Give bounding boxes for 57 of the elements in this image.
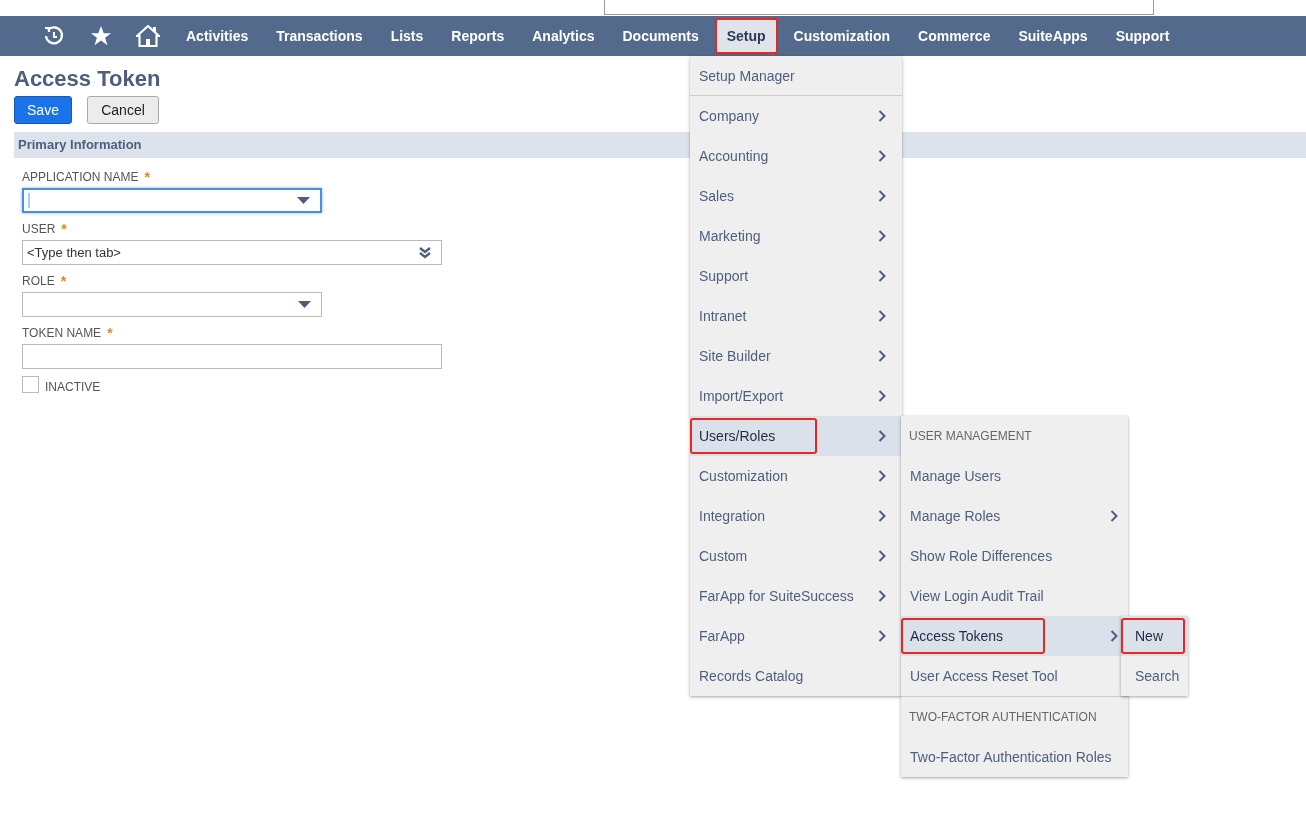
checkbox[interactable]	[22, 375, 39, 393]
double-chevron-icon[interactable]	[419, 246, 431, 259]
dropdown-icon[interactable]	[298, 301, 311, 308]
input-field[interactable]	[22, 292, 322, 317]
dropdown-icon[interactable]	[297, 197, 310, 204]
menu-item[interactable]: Sales	[690, 176, 902, 216]
input-field[interactable]	[22, 188, 322, 213]
cancel-button[interactable]: Cancel	[87, 96, 159, 124]
field-label: ROLE	[22, 274, 55, 288]
nav-tab[interactable]: Activities	[174, 18, 261, 54]
nav-tab[interactable]: Transactions	[264, 18, 375, 54]
field-label: TOKEN NAME	[22, 326, 102, 340]
menu-item[interactable]: Customization	[690, 456, 902, 496]
nav-tab[interactable]: Reports	[439, 18, 517, 54]
menu-item[interactable]: View Login Audit Trail	[901, 576, 1128, 616]
menu-item[interactable]: Show Role Differences	[901, 536, 1128, 576]
menu-item[interactable]: Import/Export	[690, 376, 902, 416]
menu-item[interactable]: Manage Roles	[901, 496, 1128, 536]
input-field[interactable]: <Type then tab>	[22, 240, 442, 265]
required-icon: *	[107, 326, 113, 340]
input-field[interactable]	[22, 344, 442, 369]
nav-tab[interactable]: Support	[1103, 18, 1182, 54]
required-icon: *	[61, 222, 67, 236]
page-title: Access Token	[14, 66, 161, 92]
nav-tab[interactable]: Setup	[714, 18, 778, 54]
menu-item[interactable]: Site Builder	[690, 336, 902, 376]
menu-item[interactable]: FarApp for SuiteSuccess	[690, 576, 902, 616]
menu-item[interactable]: Marketing	[690, 216, 902, 256]
field-label: APPLICATION NAME	[22, 170, 139, 184]
home-icon[interactable]	[136, 25, 160, 47]
menu-item[interactable]: Intranet	[690, 296, 902, 336]
menu-item[interactable]: Two-Factor Authentication Roles	[901, 737, 1128, 777]
nav-tab[interactable]: Customization	[781, 18, 903, 54]
menu-item[interactable]: Setup Manager	[690, 56, 902, 96]
input-field[interactable]	[604, 0, 1154, 15]
menu-item[interactable]: Integration	[690, 496, 902, 536]
field-label: USER	[22, 222, 56, 236]
checkbox-label: INACTIVE	[45, 380, 101, 394]
menu-item[interactable]: New	[1121, 616, 1188, 656]
menu-item[interactable]: FarApp	[690, 616, 902, 656]
nav-tab[interactable]: Commerce	[906, 18, 1003, 54]
menu-item[interactable]: Custom	[690, 536, 902, 576]
menu-item[interactable]: Users/Roles	[690, 416, 902, 456]
star-icon[interactable]	[90, 25, 112, 47]
menu-heading: USER MANAGEMENT	[908, 428, 1033, 445]
save-button[interactable]: Save	[14, 96, 72, 124]
nav-tab[interactable]: Analytics	[520, 18, 607, 54]
menu-item[interactable]: Support	[690, 256, 902, 296]
menu-heading: TWO-FACTOR AUTHENTICATION	[901, 696, 1128, 737]
required-icon: *	[144, 170, 150, 184]
menu-item[interactable]: Search	[1121, 656, 1188, 696]
menu-item[interactable]: Records Catalog	[690, 656, 902, 696]
nav-tab[interactable]: Documents	[610, 18, 711, 54]
nav-tab[interactable]: Lists	[378, 18, 436, 54]
menu-item[interactable]: Manage Users	[901, 456, 1128, 496]
nav-tab[interactable]: SuiteApps	[1006, 18, 1100, 54]
required-icon: *	[60, 274, 67, 288]
